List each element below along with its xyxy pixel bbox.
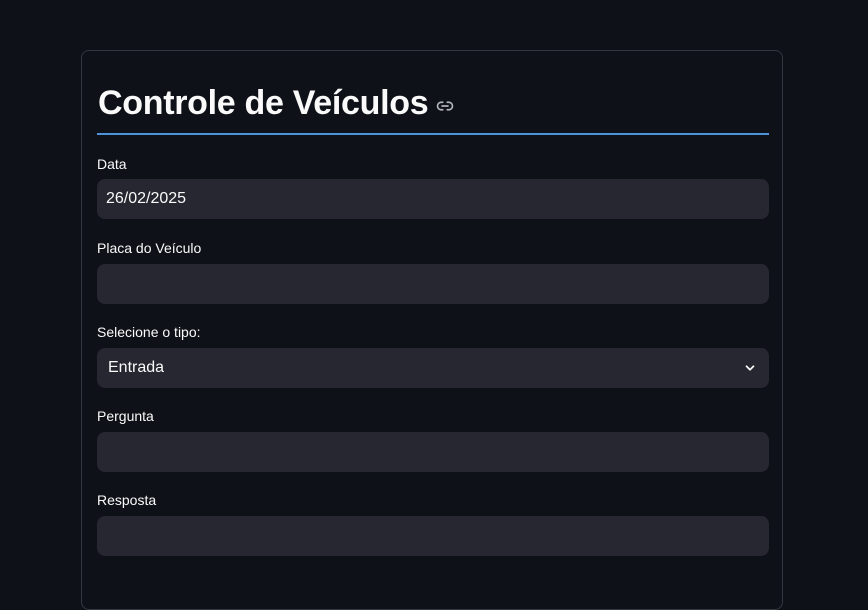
type-select-value: Entrada xyxy=(108,359,165,376)
question-input[interactable] xyxy=(97,432,769,472)
type-label: Selecione o tipo: xyxy=(97,324,201,340)
answer-input[interactable] xyxy=(97,516,769,556)
question-label: Pergunta xyxy=(97,408,154,424)
title-row: Controle de Veículos xyxy=(98,81,454,125)
link-icon[interactable] xyxy=(436,97,454,115)
date-label: Data xyxy=(97,156,127,172)
answer-label: Resposta xyxy=(97,492,157,508)
page-title: Controle de Veículos xyxy=(98,84,429,122)
plate-label: Placa do Veículo xyxy=(97,240,202,256)
date-input[interactable]: 26/02/2025 xyxy=(97,179,769,219)
title-divider xyxy=(97,133,769,135)
plate-input[interactable] xyxy=(97,264,769,304)
type-select[interactable]: Entrada xyxy=(97,348,769,388)
chevron-down-icon[interactable] xyxy=(743,361,757,375)
form-container: Controle de Veículos Data 26/02/2025 Pla… xyxy=(81,50,783,610)
